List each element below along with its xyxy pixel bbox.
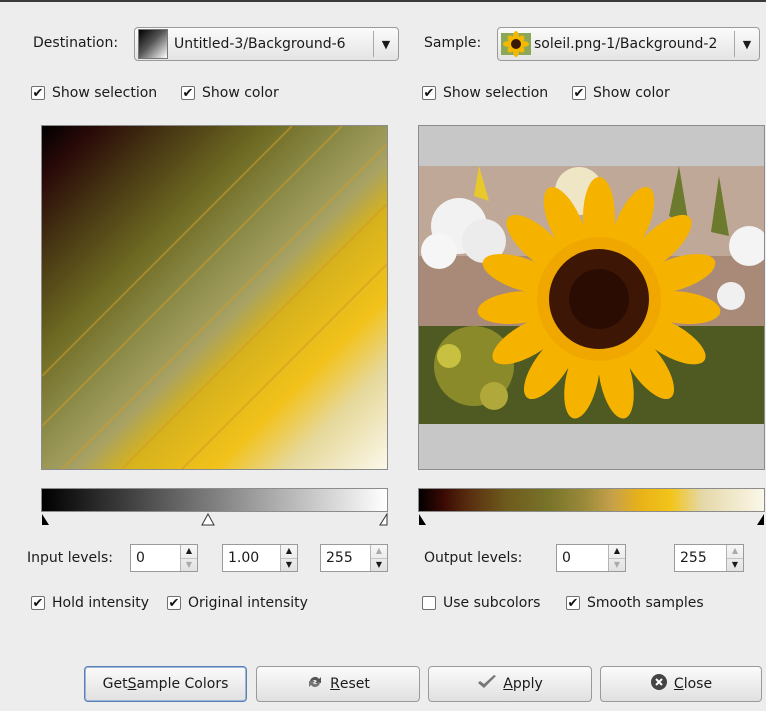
- gamma-input-handle-icon: [201, 512, 215, 526]
- left-show-selection-checkbox[interactable]: ✔ Show selection: [31, 85, 157, 101]
- high-output-handle-icon: [757, 514, 764, 525]
- decrement-arrow-icon[interactable]: ▼: [281, 557, 297, 572]
- gradient-thumbnail-icon: [138, 29, 168, 59]
- close-button[interactable]: Close: [600, 666, 762, 702]
- sample-label: Sample:: [424, 35, 482, 51]
- reset-button[interactable]: Reset: [256, 666, 420, 702]
- output-high-spinbox[interactable]: 255 ▲ ▼: [674, 544, 744, 572]
- use-subcolors-checkbox[interactable]: Use subcolors: [422, 595, 540, 611]
- right-show-color-checkbox[interactable]: ✔ Show color: [572, 85, 670, 101]
- chevron-down-icon: ▼: [381, 37, 391, 51]
- apply-button[interactable]: Apply: [428, 666, 592, 702]
- reset-icon: [306, 674, 324, 694]
- get-sample-colors-button[interactable]: Get Sample Colors: [84, 666, 247, 702]
- checkbox-check-icon: ✔: [31, 595, 45, 611]
- input-levels-slider[interactable]: [41, 512, 388, 526]
- high-input-handle-icon: [379, 512, 388, 526]
- checkbox-check-icon: ✔: [422, 85, 436, 101]
- close-icon: [650, 673, 668, 695]
- low-output-handle-icon: [419, 514, 426, 525]
- destination-label: Destination:: [33, 35, 119, 51]
- increment-arrow-icon[interactable]: ▲: [609, 545, 625, 558]
- increment-arrow-icon[interactable]: ▲: [281, 545, 297, 558]
- low-input-handle-icon: [42, 514, 49, 525]
- checkmark-icon: [477, 674, 497, 694]
- output-levels-slider[interactable]: [418, 512, 765, 526]
- output-levels-label: Output levels:: [424, 550, 523, 566]
- right-show-selection-checkbox[interactable]: ✔ Show selection: [422, 85, 548, 101]
- original-intensity-checkbox[interactable]: ✔ Original intensity: [167, 595, 308, 611]
- checkbox-empty-icon: [422, 596, 436, 610]
- destination-preview[interactable]: [41, 125, 388, 470]
- decrement-arrow-icon[interactable]: ▼: [371, 557, 387, 572]
- sunflower-sample-image: [419, 126, 764, 469]
- input-high-spinbox[interactable]: 255 ▲ ▼: [320, 544, 388, 572]
- checkbox-check-icon: ✔: [31, 85, 45, 101]
- input-low-spinbox[interactable]: 0 ▲ ▼: [130, 544, 198, 572]
- increment-arrow-icon[interactable]: ▲: [371, 545, 387, 558]
- increment-arrow-icon[interactable]: ▲: [181, 545, 197, 558]
- window-top-border: [0, 0, 766, 2]
- smooth-samples-checkbox[interactable]: ✔ Smooth samples: [566, 595, 704, 611]
- sunflower-thumbnail-icon: [501, 29, 531, 59]
- sample-preview[interactable]: [418, 125, 765, 470]
- increment-arrow-icon[interactable]: ▲: [727, 545, 743, 558]
- checkbox-check-icon: ✔: [167, 595, 181, 611]
- checkbox-check-icon: ✔: [566, 595, 580, 611]
- hold-intensity-checkbox[interactable]: ✔ Hold intensity: [31, 595, 149, 611]
- input-gradient-bar: [41, 488, 388, 512]
- checkbox-check-icon: ✔: [181, 85, 195, 101]
- sample-value: soleil.png-1/Background-2: [534, 36, 718, 52]
- decrement-arrow-icon[interactable]: ▼: [609, 557, 625, 572]
- sample-combo[interactable]: soleil.png-1/Background-2 ▼: [497, 27, 760, 61]
- decrement-arrow-icon[interactable]: ▼: [181, 557, 197, 572]
- input-levels-label: Input levels:: [27, 550, 114, 566]
- destination-gradient-image: [42, 126, 387, 469]
- chevron-down-icon: ▼: [742, 37, 752, 51]
- left-show-color-checkbox[interactable]: ✔ Show color: [181, 85, 279, 101]
- destination-combo[interactable]: Untitled-3/Background-6 ▼: [134, 27, 399, 61]
- destination-value: Untitled-3/Background-6: [174, 36, 346, 52]
- output-gradient-bar: [418, 488, 765, 512]
- checkbox-check-icon: ✔: [572, 85, 586, 101]
- output-low-spinbox[interactable]: 0 ▲ ▼: [556, 544, 626, 572]
- input-gamma-spinbox[interactable]: 1.00 ▲ ▼: [222, 544, 298, 572]
- decrement-arrow-icon[interactable]: ▼: [727, 557, 743, 572]
